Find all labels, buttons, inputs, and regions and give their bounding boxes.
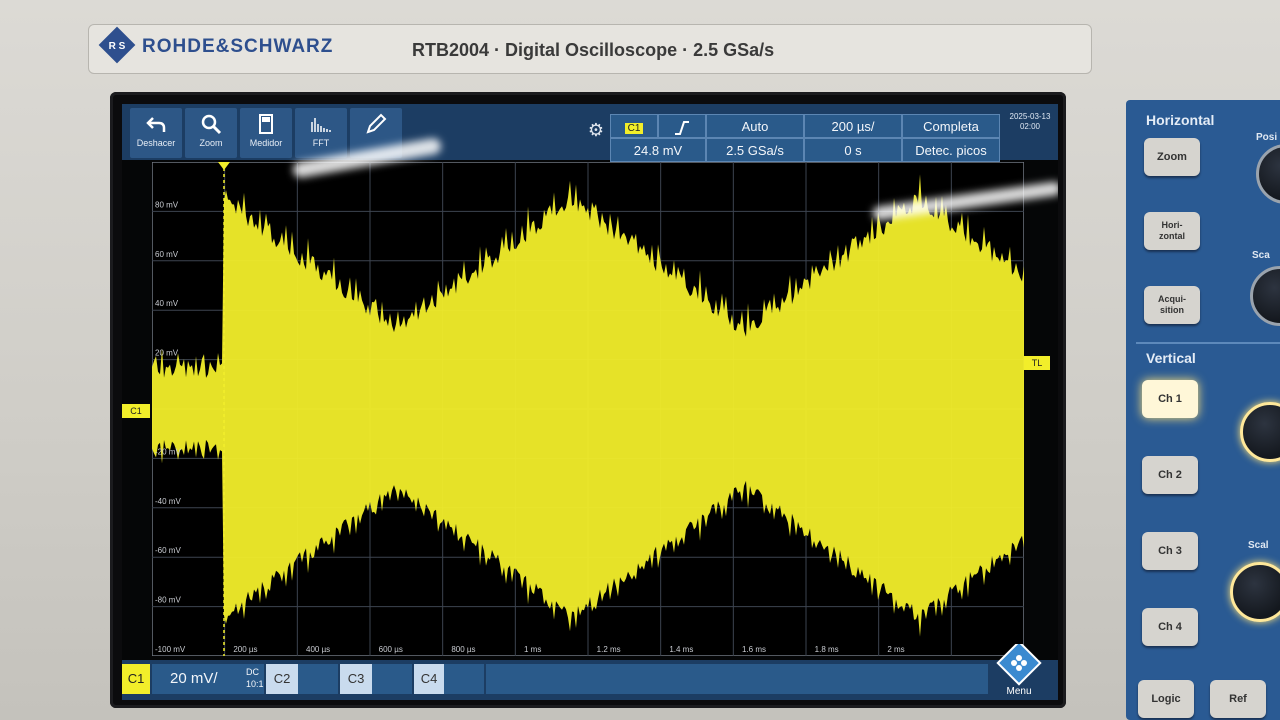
brand-name: ROHDE&SCHWARZ	[142, 36, 334, 57]
time-scale[interactable]: 200 µs/	[804, 114, 902, 138]
y-axis-label: 60 mV	[155, 250, 179, 259]
ch2-button[interactable]: Ch 2	[1142, 456, 1198, 494]
time-text: 02:00	[1019, 122, 1041, 131]
y-axis-label: 20 mV	[155, 349, 179, 358]
zoom-tool-button[interactable]: Zoom	[185, 108, 237, 158]
x-axis-label: 600 µs	[379, 645, 403, 654]
ch1-coupling-info: DC 10:1	[246, 666, 264, 690]
ch4-tab[interactable]: C4	[414, 664, 444, 694]
position-knob[interactable]	[1256, 144, 1280, 204]
time-offset[interactable]: 0 s	[804, 138, 902, 162]
ch2-slot[interactable]	[298, 664, 338, 694]
zoom-label: Zoom	[199, 138, 223, 148]
sample-rate[interactable]: 2.5 GSa/s	[706, 138, 804, 162]
acquisition-detect[interactable]: Detec. picos	[902, 138, 1000, 162]
ch1-coupling: DC	[246, 667, 259, 677]
ch3-tab[interactable]: C3	[340, 664, 372, 694]
ch1-scale: 20 mV/	[170, 670, 218, 687]
zoom-button[interactable]: Zoom	[1144, 138, 1200, 176]
scale-label-fragment: Sca	[1252, 250, 1270, 261]
ch1-button[interactable]: Ch 1	[1142, 380, 1198, 418]
x-axis-label: 1 ms	[524, 645, 541, 654]
trigger-level[interactable]: 24.8 mV	[610, 138, 706, 162]
y-axis-label: -80 mV	[155, 596, 181, 605]
ch4-slot[interactable]	[444, 664, 484, 694]
horizontal-scale-knob[interactable]	[1250, 266, 1280, 326]
fft-label: FFT	[312, 138, 330, 148]
y-axis-label: 40 mV	[155, 299, 179, 308]
scope-screen: Deshacer Zoom Medidor FFT ⚙ C1 24.8 mV A…	[122, 104, 1058, 700]
control-panel: Horizontal Posi Zoom Hori- zontal Sca Ac…	[1126, 100, 1280, 720]
y-axis-label: -60 mV	[155, 546, 181, 555]
ch1-waveform	[152, 174, 1024, 637]
ch1-offset-marker[interactable]: C1	[122, 404, 150, 418]
vertical-scale-label-fragment: Scal	[1248, 540, 1269, 551]
top-toolbar: Deshacer Zoom Medidor FFT ⚙ C1 24.8 mV A…	[122, 104, 1058, 162]
ch1-tab[interactable]: C1	[122, 664, 150, 694]
trigger-slope-cell[interactable]	[658, 114, 706, 138]
meter-label: Medidor	[249, 138, 283, 148]
trigger-mode[interactable]: Auto	[706, 114, 804, 138]
trigger-level-marker[interactable]: TL	[1024, 356, 1050, 370]
x-axis-label: 1.6 ms	[742, 645, 766, 654]
fft-icon	[311, 118, 331, 132]
fft-button[interactable]: FFT	[295, 108, 347, 158]
pen-icon	[366, 113, 387, 134]
channel-badge: C1	[624, 123, 644, 134]
horizontal-section-title: Horizontal	[1146, 112, 1215, 128]
y-axis-label: -40 mV	[155, 497, 181, 506]
x-axis-label: 1.2 ms	[597, 645, 621, 654]
menu-button[interactable]: Menu	[988, 640, 1050, 700]
logic-button[interactable]: Logic	[1138, 680, 1194, 718]
zoom-icon	[201, 114, 222, 135]
x-axis-label: 1.4 ms	[669, 645, 693, 654]
vertical-position-knob[interactable]	[1240, 402, 1280, 462]
ch1-probe: 10:1	[246, 679, 264, 689]
undo-button[interactable]: Deshacer	[130, 108, 182, 158]
waveform-grid[interactable]: 80 mV 60 mV 40 mV 20 mV -20 mV -40 mV -60 mV -8…	[152, 162, 1024, 656]
settings-gear-icon[interactable]: ⚙	[584, 118, 608, 142]
x-axis-label: 1.8 ms	[815, 645, 839, 654]
horizontal-button-label: Hori- zontal	[1159, 220, 1185, 241]
y-axis-label: 80 mV	[155, 200, 179, 209]
meter-button[interactable]: Medidor	[240, 108, 292, 158]
ref-button[interactable]: Ref	[1210, 680, 1266, 718]
y-axis-label: -20 mV	[155, 447, 181, 456]
acquisition-button-label: Acqui- sition	[1158, 294, 1186, 315]
position-label-fragment: Posi	[1256, 132, 1278, 143]
ch4-button[interactable]: Ch 4	[1142, 608, 1198, 646]
horizontal-button[interactable]: Hori- zontal	[1144, 212, 1200, 250]
acquisition-button[interactable]: Acqui- sition	[1144, 286, 1200, 324]
x-axis-label: 2 ms	[887, 645, 904, 654]
meter-icon	[259, 114, 273, 134]
undo-label: Deshacer	[136, 138, 176, 148]
vertical-scale-knob[interactable]	[1230, 562, 1280, 622]
ch3-button[interactable]: Ch 3	[1142, 532, 1198, 570]
clock-display: 2025-03-13 02:00	[1002, 112, 1058, 132]
status-strip	[486, 664, 988, 694]
undo-icon	[146, 117, 166, 132]
channel-badge-cell[interactable]: C1	[610, 114, 658, 138]
menu-label: Menu	[1006, 686, 1032, 697]
acquisition-mode[interactable]: Completa	[902, 114, 1000, 138]
y-axis-label: -100 mV	[155, 645, 186, 654]
x-axis-label: 800 µs	[451, 645, 475, 654]
ch2-tab[interactable]: C2	[266, 664, 298, 694]
vertical-section-title: Vertical	[1146, 350, 1196, 366]
rising-edge-icon	[675, 120, 689, 135]
model-title: RTB2004 · Digital Oscilloscope · 2.5 GSa…	[412, 40, 775, 60]
x-axis-label: 200 µs	[233, 645, 257, 654]
panel-divider	[1136, 342, 1280, 344]
ch3-slot[interactable]	[372, 664, 412, 694]
x-axis-label: 400 µs	[306, 645, 330, 654]
svg-text:R S: R S	[109, 41, 126, 52]
date-text: 2025-03-13	[1009, 112, 1051, 121]
rs-logo-icon: R S	[98, 26, 136, 64]
channel-bar: C1 20 mV/ DC 10:1 C2 C3 C4	[122, 660, 1058, 700]
